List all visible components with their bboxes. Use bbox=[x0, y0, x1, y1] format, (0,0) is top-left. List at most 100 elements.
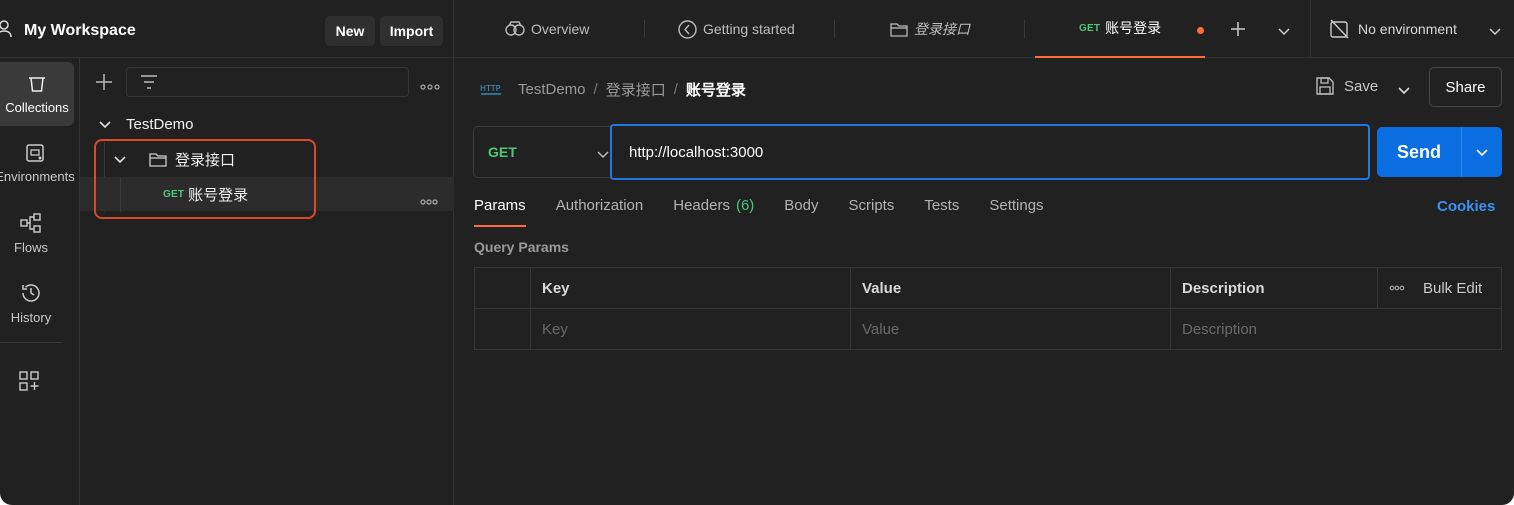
tab-overview-label: Overview bbox=[531, 21, 590, 37]
svg-text:HTTP: HTTP bbox=[480, 84, 501, 93]
add-apps-grid-icon[interactable] bbox=[19, 371, 39, 394]
tab-divider bbox=[834, 20, 835, 38]
value-input[interactable]: Value bbox=[850, 308, 1171, 350]
save-disk-icon bbox=[1315, 76, 1335, 96]
breadcrumb-folder[interactable]: 登录接口 bbox=[606, 79, 666, 100]
rail-item-history[interactable]: History bbox=[0, 271, 68, 335]
headers-count-badge: (6) bbox=[735, 197, 755, 214]
add-collection-plus-icon[interactable] bbox=[94, 72, 114, 95]
tab-settings[interactable]: Settings bbox=[989, 197, 1043, 227]
chevron-down-icon bbox=[1488, 23, 1502, 39]
breadcrumb: HTTP TestDemo / 登录接口 / 账号登录 bbox=[480, 77, 746, 101]
chevron-down-icon[interactable] bbox=[1475, 147, 1489, 157]
tree-collection-testdemo[interactable]: TestDemo bbox=[80, 107, 454, 141]
column-description: Description bbox=[1170, 267, 1378, 309]
rail-item-flows[interactable]: Flows bbox=[0, 201, 68, 265]
query-params-table: Key Value Description Bulk Edit Key Valu… bbox=[474, 267, 1502, 350]
more-options-icon[interactable] bbox=[420, 192, 438, 208]
table-checkbox-col bbox=[474, 267, 531, 309]
import-button[interactable]: Import bbox=[380, 16, 443, 46]
left-rail: Collections Environments Flows History bbox=[0, 58, 80, 505]
history-icon bbox=[20, 282, 42, 304]
bulk-edit-button[interactable]: Bulk Edit bbox=[1423, 280, 1482, 297]
save-button[interactable]: Save bbox=[1315, 76, 1378, 96]
environment-icon bbox=[25, 143, 45, 163]
tab-overview[interactable]: Overview bbox=[505, 0, 589, 58]
request-tabs: Params Authorization Headers (6) Body Sc… bbox=[474, 197, 1074, 227]
rail-label-history: History bbox=[10, 309, 52, 325]
new-button[interactable]: New bbox=[325, 16, 375, 46]
save-label: Save bbox=[1344, 77, 1379, 95]
chevron-down-icon bbox=[596, 146, 610, 162]
more-options-icon[interactable] bbox=[420, 77, 440, 93]
row-checkbox-cell bbox=[474, 308, 531, 350]
rail-item-environments[interactable]: Environments bbox=[0, 131, 78, 195]
workspace-header: My Workspace New Import bbox=[0, 0, 454, 58]
no-environment-icon bbox=[1329, 19, 1349, 39]
sidebar-search-input[interactable] bbox=[126, 67, 409, 97]
filter-icon[interactable] bbox=[139, 74, 159, 93]
method-select[interactable]: GET bbox=[473, 126, 613, 178]
environment-selector[interactable]: No environment bbox=[1310, 0, 1514, 58]
overview-icon bbox=[505, 21, 525, 37]
user-icon bbox=[0, 20, 12, 38]
send-divider bbox=[1461, 127, 1462, 177]
send-button[interactable]: Send bbox=[1377, 127, 1502, 177]
column-value: Value bbox=[850, 267, 1171, 309]
breadcrumb-current[interactable]: 账号登录 bbox=[686, 79, 746, 100]
getting-started-icon bbox=[678, 19, 697, 39]
collection-label: TestDemo bbox=[126, 115, 194, 133]
chevron-down-icon[interactable] bbox=[1397, 82, 1411, 98]
new-tab-plus-icon[interactable] bbox=[1229, 20, 1247, 41]
tab-authorization[interactable]: Authorization bbox=[556, 197, 644, 227]
environment-label: No environment bbox=[1358, 21, 1457, 37]
tab-getting-started-label: Getting started bbox=[703, 21, 795, 37]
unsaved-dot-icon bbox=[1197, 27, 1204, 34]
rail-divider bbox=[0, 342, 62, 343]
tab-getting-started[interactable]: Getting started bbox=[678, 0, 795, 58]
tab-tests[interactable]: Tests bbox=[924, 197, 959, 227]
table-row: Key Value Description bbox=[474, 308, 1502, 350]
chevron-down-icon[interactable] bbox=[1277, 23, 1291, 39]
tab-scripts[interactable]: Scripts bbox=[849, 197, 895, 227]
http-request-icon: HTTP bbox=[480, 80, 502, 98]
tab-divider bbox=[644, 20, 645, 38]
flows-icon bbox=[20, 212, 42, 234]
breadcrumb-separator: / bbox=[593, 80, 598, 98]
tab-folder-label: 登录接口 bbox=[914, 21, 970, 37]
method-label: GET bbox=[488, 144, 517, 160]
table-header-row: Key Value Description Bulk Edit bbox=[474, 267, 1502, 309]
workspace-title[interactable]: My Workspace bbox=[24, 22, 136, 40]
query-params-title: Query Params bbox=[474, 239, 569, 255]
tab-method-badge: GET bbox=[1079, 22, 1101, 34]
column-key: Key bbox=[530, 267, 851, 309]
url-input[interactable]: http://localhost:3000 bbox=[610, 124, 1370, 180]
request-editor: HTTP TestDemo / 登录接口 / 账号登录 Save Share G… bbox=[455, 58, 1514, 505]
folder-icon bbox=[890, 22, 908, 37]
tab-active-request[interactable]: GET 账号登录 bbox=[1035, 0, 1205, 58]
postman-window: My Workspace New Import Overview Getting… bbox=[0, 0, 1514, 505]
share-button[interactable]: Share bbox=[1429, 67, 1502, 107]
breadcrumb-separator: / bbox=[673, 80, 678, 98]
cookies-link[interactable]: Cookies bbox=[1437, 198, 1495, 215]
trash-can-collections-icon bbox=[27, 74, 47, 94]
rail-label-flows: Flows bbox=[14, 239, 48, 255]
tab-active-label: 账号登录 bbox=[1105, 20, 1162, 36]
tab-headers-label: Headers bbox=[673, 197, 730, 214]
rail-label-collections: Collections bbox=[5, 99, 69, 115]
rail-label-environments: Environments bbox=[0, 168, 75, 184]
description-input[interactable]: Description bbox=[1170, 308, 1502, 350]
bulk-edit-cell: Bulk Edit bbox=[1377, 267, 1502, 309]
send-label: Send bbox=[1396, 141, 1441, 162]
tab-params[interactable]: Params bbox=[474, 197, 526, 227]
more-options-icon[interactable] bbox=[1389, 285, 1405, 291]
key-input[interactable]: Key bbox=[530, 308, 851, 350]
chevron-down-icon[interactable] bbox=[98, 119, 112, 129]
tab-headers[interactable]: Headers (6) bbox=[673, 197, 754, 227]
tab-folder[interactable]: 登录接口 bbox=[890, 0, 970, 58]
top-bar: My Workspace New Import Overview Getting… bbox=[0, 0, 1514, 58]
breadcrumb-collection[interactable]: TestDemo bbox=[518, 81, 586, 98]
collections-sidebar: TestDemo 登录接口 GET 账号登录 bbox=[80, 58, 454, 505]
tab-body[interactable]: Body bbox=[784, 197, 818, 227]
rail-item-collections[interactable]: Collections bbox=[0, 62, 74, 126]
